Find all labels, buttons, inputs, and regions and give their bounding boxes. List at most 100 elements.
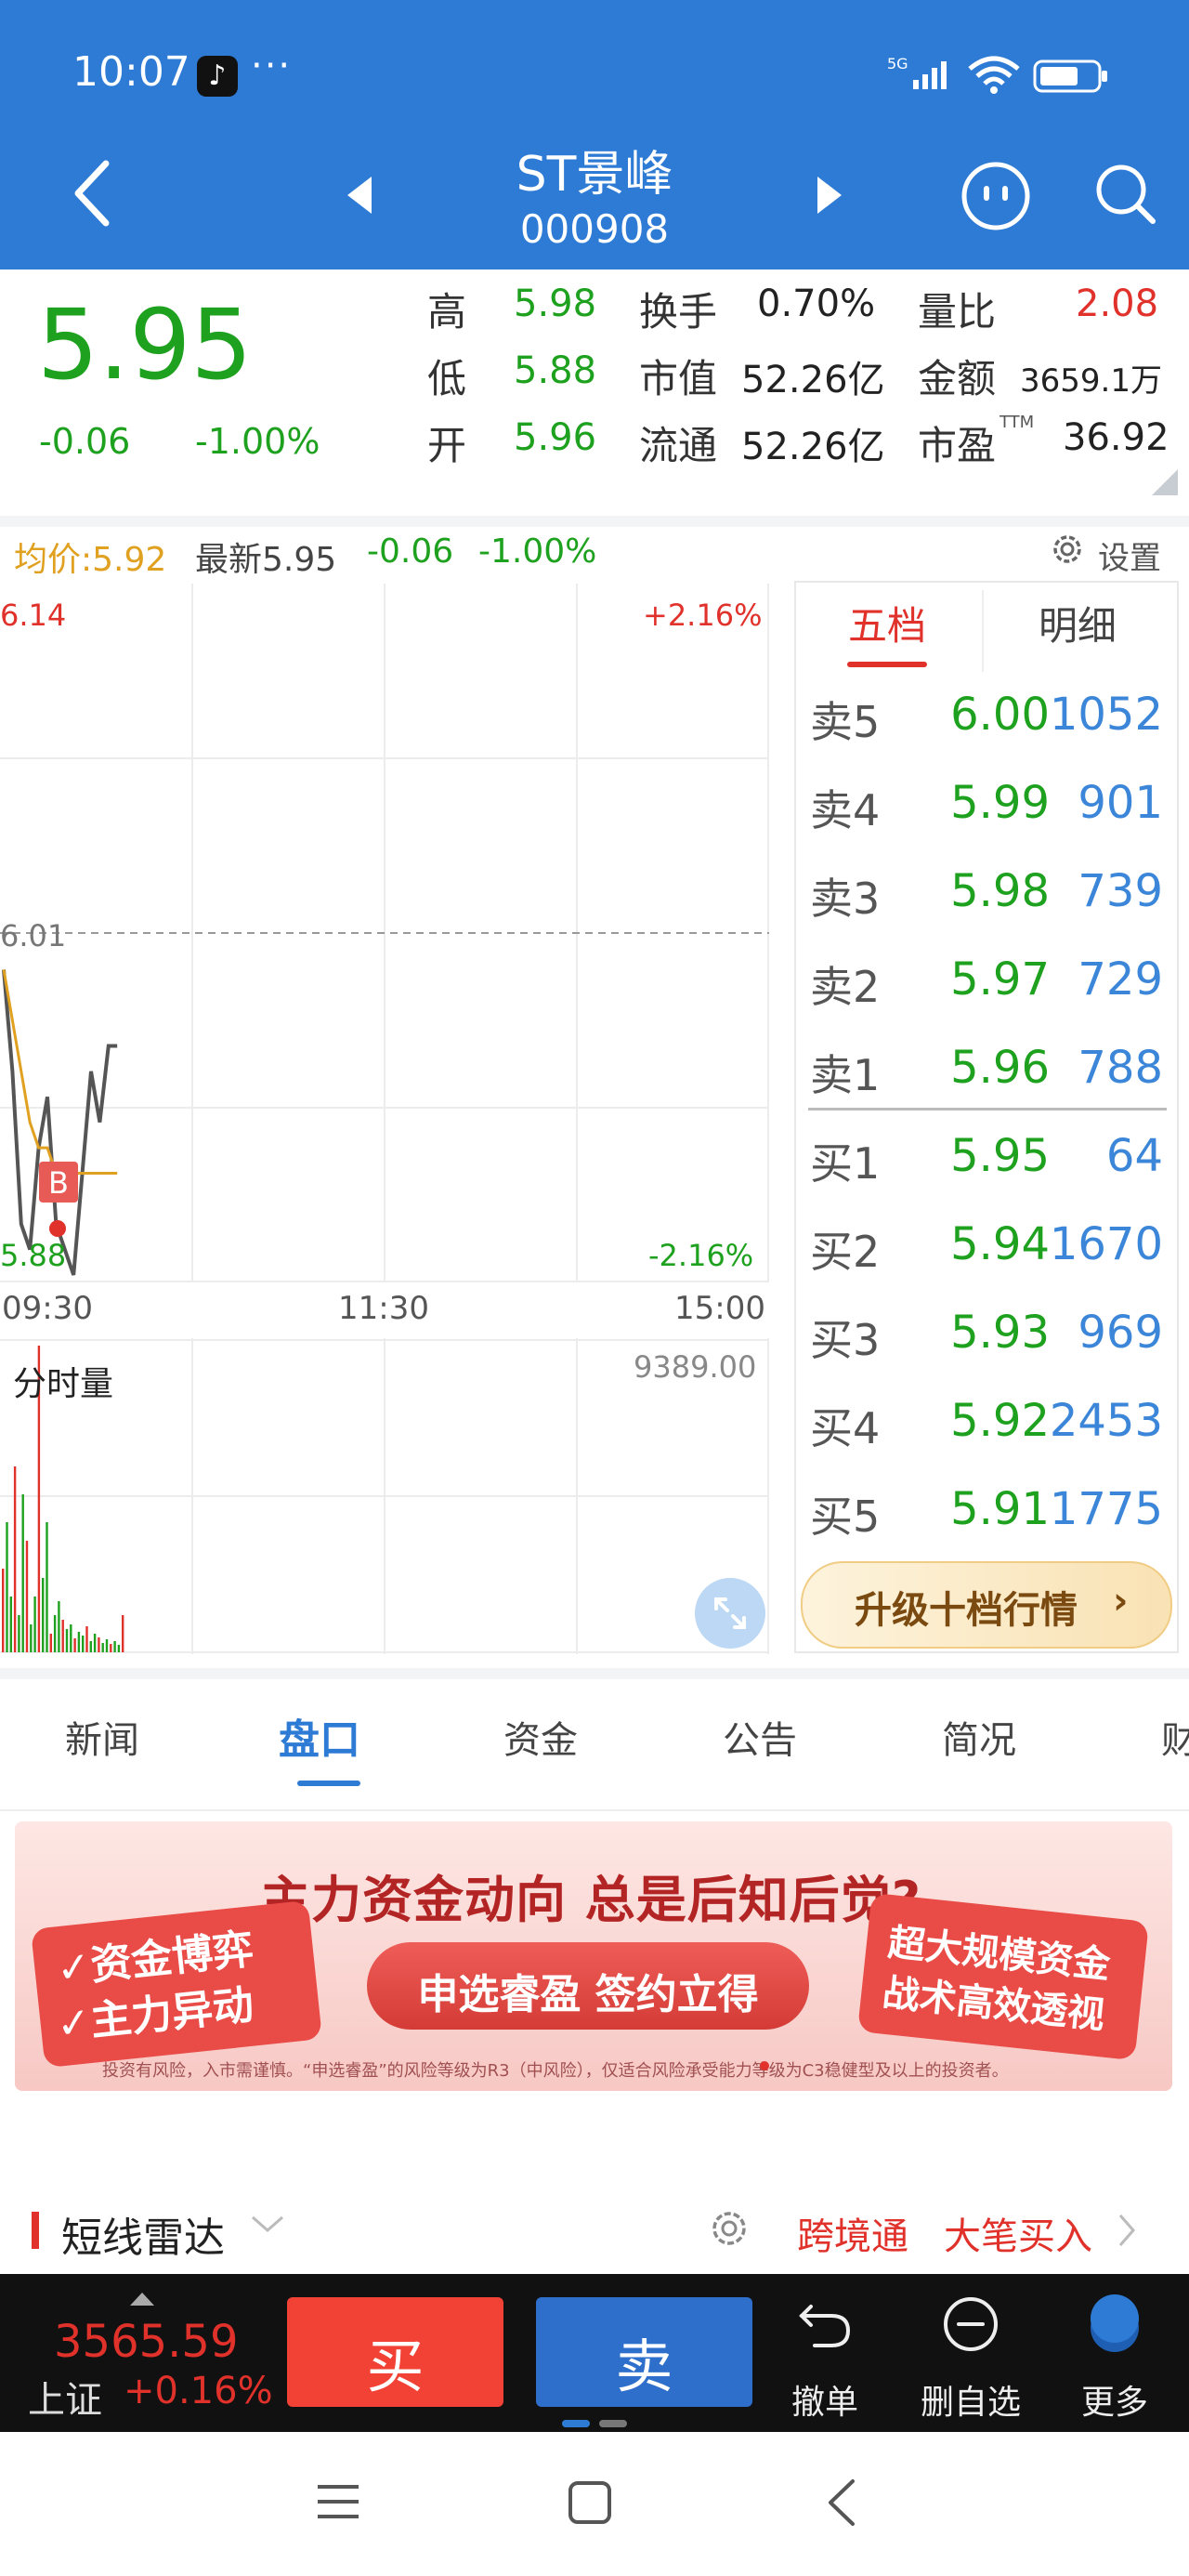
volume-bar [2, 1569, 5, 1652]
volume-bar [113, 1641, 116, 1652]
pe-label: 市盈 [918, 423, 997, 468]
bid-volume: 2453 [1049, 1395, 1163, 1447]
volume-bar [98, 1637, 100, 1652]
banner-disclaimer: 投资有风险，入市需谨慎。“申选睿盈”的风险等级为R3（中风险），仅适合风险承受能… [102, 2061, 1009, 2081]
volume-bar [77, 1632, 81, 1652]
chevron-down-icon[interactable] [249, 2210, 286, 2238]
next-stock-icon[interactable] [814, 175, 845, 216]
ask-row[interactable]: 卖1 5.96 788 [808, 1025, 1165, 1113]
robot-assistant-icon[interactable] [960, 160, 1032, 232]
mktcap-label: 市值 [639, 356, 718, 401]
volume-bar [73, 1638, 76, 1652]
undo-label[interactable]: 撤单 [764, 2375, 885, 2424]
gear-icon[interactable] [1048, 530, 1087, 569]
avg-price-label: 均价:5.92 [14, 541, 167, 579]
ask-price: 5.99 [950, 777, 1050, 829]
caret-up-icon[interactable] [128, 2291, 156, 2307]
pe-value: 36.92 [1063, 416, 1169, 459]
battery-icon [1033, 59, 1107, 93]
tab-five-levels[interactable]: 五档 [808, 595, 966, 651]
ask-price: 6.00 [950, 689, 1050, 741]
ask-row[interactable]: 卖3 5.98 739 [808, 848, 1165, 937]
bid-row[interactable]: 买4 5.92 2453 [808, 1378, 1165, 1466]
undo-icon[interactable] [794, 2293, 856, 2355]
bid-row[interactable]: 买2 5.94 1670 [808, 1202, 1165, 1290]
settings-label[interactable]: 设置 [1098, 532, 1161, 578]
volume-bar [117, 1645, 121, 1652]
index-value[interactable]: 3565.59 [54, 2316, 239, 2368]
bid-level-label: 买1 [810, 1138, 881, 1189]
more-label[interactable]: 更多 [1054, 2375, 1175, 2424]
signal-icon: 5G [887, 55, 947, 89]
volume-title: 分时量 [13, 1365, 114, 1403]
radar-event-link[interactable]: 大笔买入 [944, 2206, 1092, 2260]
menu-icon[interactable] [316, 2481, 360, 2522]
intraday-price-chart[interactable]: B [0, 584, 769, 1282]
remove-favorite-label[interactable]: 删自选 [910, 2375, 1031, 2424]
chevron-right-icon[interactable] [1115, 2212, 1139, 2249]
volume-bar [46, 1522, 48, 1652]
turnover-value: 0.70% [757, 283, 876, 325]
volume-bar [33, 1597, 36, 1652]
tab-finance[interactable]: 财 [1161, 1710, 1189, 1764]
high-label: 高 [427, 289, 467, 335]
prev-stock-icon[interactable] [344, 175, 375, 216]
bid-price: 5.92 [950, 1395, 1050, 1447]
price-change-pct: -1.00% [195, 421, 320, 462]
bid-volume: 64 [1105, 1130, 1163, 1182]
pe-ttm-label: TTM [1000, 413, 1035, 432]
more-icon[interactable] [1084, 2291, 1145, 2356]
ask-level-label: 卖5 [810, 697, 881, 747]
radar-stock-link[interactable]: 跨境通 [797, 2206, 908, 2260]
expand-corner-icon[interactable] [1152, 469, 1178, 495]
bid-row[interactable]: 买1 5.95 64 [808, 1113, 1165, 1202]
tab-divider [982, 590, 984, 672]
stock-code: 000908 [519, 206, 670, 252]
radar-settings-icon[interactable] [706, 2205, 752, 2252]
volume-chart[interactable] [0, 1338, 769, 1654]
short-radar-title[interactable]: 短线雷达 [61, 2204, 225, 2264]
volume-bar [30, 1624, 33, 1652]
bid-row[interactable]: 买3 5.93 969 [808, 1290, 1165, 1378]
price-axis-top: 6.14 [0, 598, 67, 633]
bid-row[interactable]: 买5 5.91 1775 [808, 1466, 1165, 1555]
back-icon[interactable] [65, 156, 121, 230]
tab-order-summary[interactable]: 盘口 [279, 1706, 360, 1766]
ask-row[interactable]: 卖4 5.99 901 [808, 760, 1165, 848]
ask-row[interactable]: 卖5 6.00 1052 [808, 672, 1165, 760]
tab-capital[interactable]: 资金 [503, 1710, 578, 1764]
tab-trade-detail[interactable]: 明细 [999, 595, 1156, 651]
open-value: 5.96 [514, 416, 597, 459]
nav-back-icon[interactable] [825, 2477, 858, 2528]
low-value: 5.88 [514, 349, 597, 392]
ask-row[interactable]: 卖2 5.97 729 [808, 937, 1165, 1025]
bid-level-label: 买3 [810, 1315, 881, 1365]
volume-bar [110, 1644, 112, 1652]
float-value: 52.26亿 [741, 426, 885, 468]
bid-price: 5.95 [950, 1130, 1050, 1182]
bid-volume: 1775 [1049, 1483, 1163, 1535]
latest-change-pct: -1.00% [478, 532, 597, 571]
search-icon[interactable] [1093, 162, 1158, 227]
upgrade-label: 升级十档行情 [855, 1589, 1078, 1632]
tab-news[interactable]: 新闻 [65, 1710, 139, 1764]
ask-level-label: 卖2 [810, 962, 881, 1012]
pct-axis-top: +2.16% [643, 598, 763, 633]
volume-bar [42, 1578, 45, 1652]
fullscreen-icon[interactable] [694, 1577, 766, 1649]
tab-profile[interactable]: 简况 [942, 1710, 1016, 1764]
volume-bar [122, 1615, 124, 1652]
time-tick: 11:30 [338, 1290, 429, 1327]
volratio-value: 2.08 [1076, 283, 1159, 325]
volume-bar [65, 1629, 69, 1652]
ask-level-label: 卖3 [810, 874, 881, 924]
ask-price: 5.97 [950, 953, 1050, 1005]
volume-bar [105, 1639, 109, 1652]
volume-bar [89, 1641, 92, 1652]
remove-favorite-icon[interactable] [940, 2293, 1001, 2355]
mktcap-value: 52.26亿 [741, 359, 885, 401]
tab-five-levels-underline [847, 662, 927, 667]
tab-announcements[interactable]: 公告 [723, 1710, 797, 1764]
home-icon[interactable] [567, 2479, 613, 2526]
volume-bar [61, 1620, 64, 1652]
